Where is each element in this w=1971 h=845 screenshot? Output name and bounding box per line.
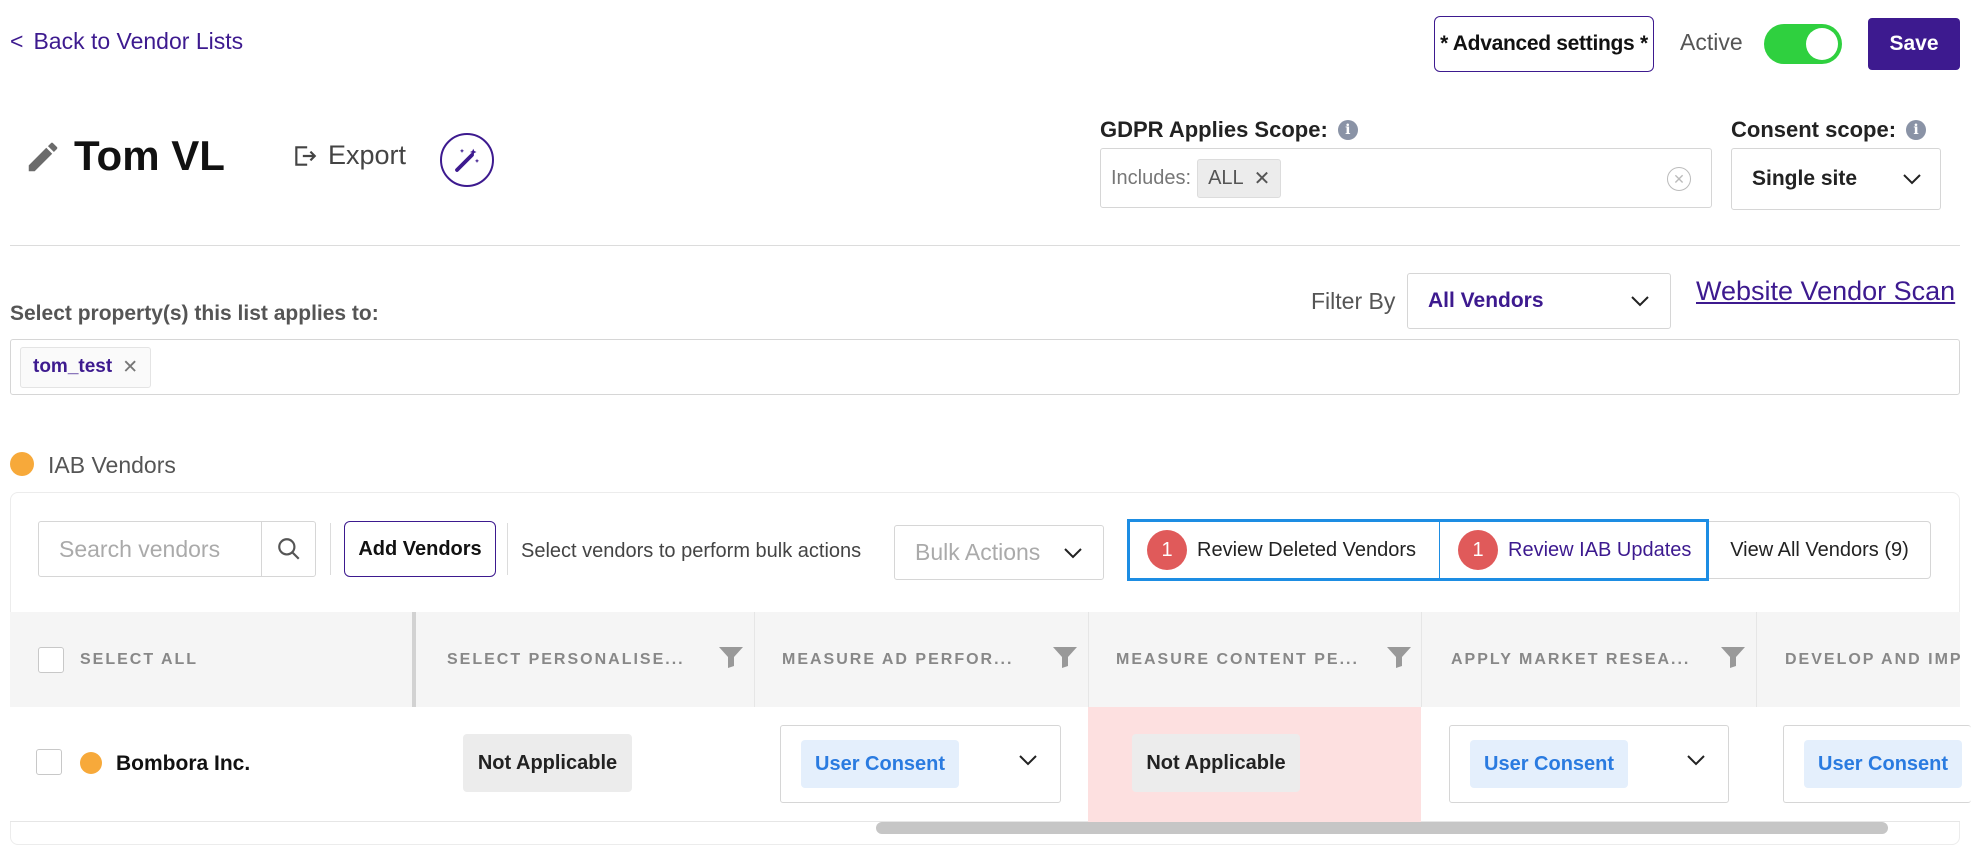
back-link-label: Back to Vendor Lists bbox=[33, 28, 244, 54]
not-applicable-pill: Not Applicable bbox=[1132, 734, 1300, 792]
info-icon[interactable]: i bbox=[1337, 120, 1358, 140]
back-to-vendor-lists-link[interactable]: < Back to Vendor Lists bbox=[10, 28, 243, 55]
active-label: Active bbox=[1680, 29, 1743, 55]
filter-funnel-icon[interactable] bbox=[718, 645, 744, 669]
not-applicable-pill: Not Applicable bbox=[463, 734, 632, 792]
section-divider bbox=[10, 245, 1960, 246]
filter-funnel-icon[interactable] bbox=[1386, 645, 1412, 669]
consent-type-select[interactable]: User Consent bbox=[1449, 725, 1729, 803]
scope-chip: ALL ✕ bbox=[1197, 158, 1282, 198]
close-icon[interactable]: ✕ bbox=[1254, 166, 1271, 191]
filter-value: All Vendors bbox=[1428, 289, 1544, 312]
review-buttons-group: 1 Review Deleted Vendors 1 Review IAB Up… bbox=[1127, 519, 1709, 581]
filter-funnel-icon[interactable] bbox=[1052, 645, 1078, 669]
consent-type-select[interactable]: User Consent bbox=[1783, 725, 1971, 803]
column-header: MEASURE CONTENT PE... bbox=[1116, 650, 1359, 668]
count-badge: 1 bbox=[1147, 530, 1187, 570]
chevron-down-icon bbox=[1903, 174, 1921, 185]
select-all-label: SELECT ALL bbox=[80, 650, 199, 668]
info-icon[interactable]: i bbox=[1906, 120, 1927, 140]
bulk-actions-placeholder: Bulk Actions bbox=[915, 539, 1041, 565]
add-vendors-button[interactable]: Add Vendors bbox=[344, 521, 496, 577]
toolbar-divider bbox=[507, 523, 508, 575]
consent-value: User Consent bbox=[1804, 740, 1963, 788]
active-toggle[interactable] bbox=[1764, 24, 1842, 64]
select-all-checkbox[interactable] bbox=[38, 646, 64, 673]
consent-value: User Consent bbox=[1470, 740, 1629, 788]
count-badge: 1 bbox=[1458, 530, 1498, 570]
consent-scope-label: Consent scope: i bbox=[1731, 117, 1927, 143]
export-label: Export bbox=[328, 140, 407, 170]
magic-wand-icon bbox=[455, 148, 480, 172]
website-vendor-scan-link[interactable]: Website Vendor Scan bbox=[1696, 276, 1955, 307]
review-divider bbox=[1439, 522, 1440, 578]
bulk-actions-select[interactable]: Bulk Actions bbox=[894, 525, 1104, 580]
horizontal-scrollbar[interactable] bbox=[876, 822, 1888, 834]
vendor-name[interactable]: Bombora Inc. bbox=[116, 752, 250, 776]
column-header: APPLY MARKET RESEA... bbox=[1451, 650, 1691, 668]
iab-vendors-heading: IAB Vendors bbox=[48, 452, 176, 478]
scope-chip-label: ALL bbox=[1208, 166, 1244, 189]
select-all-header: SELECT ALL bbox=[38, 612, 198, 707]
review-iab-updates-button[interactable]: 1 Review IAB Updates bbox=[1458, 522, 1691, 578]
consent-type-select[interactable]: User Consent bbox=[780, 725, 1061, 803]
filter-select[interactable]: All Vendors bbox=[1407, 273, 1671, 329]
column-header: DEVELOP AND IMP bbox=[1785, 650, 1963, 668]
includes-label: Includes: bbox=[1111, 166, 1192, 189]
consent-scope-select[interactable]: Single site bbox=[1731, 148, 1941, 210]
vendor-list-title: Tom VL bbox=[74, 132, 225, 179]
property-chip-label: tom_test bbox=[33, 356, 113, 377]
chevron-down-icon bbox=[1064, 547, 1082, 558]
chevron-left-icon: < bbox=[10, 28, 24, 54]
filter-funnel-icon[interactable] bbox=[1720, 645, 1746, 669]
chevron-down-icon bbox=[1019, 755, 1037, 766]
property-select[interactable]: tom_test ✕ bbox=[10, 339, 1960, 395]
toolbar-divider bbox=[330, 523, 331, 575]
property-chip: tom_test ✕ bbox=[20, 346, 152, 388]
review-iab-label: Review IAB Updates bbox=[1508, 538, 1692, 561]
gdpr-scope-label-text: GDPR Applies Scope: bbox=[1100, 117, 1328, 142]
column-header: SELECT PERSONALISE... bbox=[447, 650, 685, 668]
gdpr-scope-label: GDPR Applies Scope: i bbox=[1100, 117, 1358, 143]
bulk-actions-hint: Select vendors to perform bulk actions bbox=[521, 540, 862, 562]
magic-wand-button[interactable] bbox=[440, 133, 494, 187]
search-vendors-box bbox=[38, 521, 316, 577]
filter-label: Filter By bbox=[1311, 288, 1396, 314]
consent-scope-value: Single site bbox=[1752, 167, 1858, 190]
save-button[interactable]: Save bbox=[1868, 18, 1960, 70]
search-button[interactable] bbox=[261, 522, 315, 576]
chevron-down-icon bbox=[1687, 755, 1705, 766]
column-header: MEASURE AD PERFOR... bbox=[782, 650, 1014, 668]
row-checkbox[interactable] bbox=[36, 749, 62, 775]
clear-circle-icon[interactable]: ✕ bbox=[1667, 167, 1691, 191]
iab-status-dot bbox=[10, 452, 34, 476]
property-label: Select property(s) this list applies to: bbox=[10, 302, 379, 325]
chevron-down-icon bbox=[1631, 296, 1649, 307]
pencil-icon[interactable] bbox=[24, 138, 62, 176]
search-icon bbox=[277, 538, 300, 560]
gdpr-scope-select[interactable]: Includes: ALL ✕ ✕ bbox=[1100, 148, 1712, 208]
review-deleted-label: Review Deleted Vendors bbox=[1197, 538, 1417, 561]
export-button[interactable]: Export bbox=[292, 140, 406, 171]
close-icon[interactable]: ✕ bbox=[122, 356, 138, 379]
export-icon bbox=[295, 145, 317, 166]
search-input[interactable] bbox=[39, 522, 261, 576]
consent-scope-label-text: Consent scope: bbox=[1731, 117, 1897, 142]
vendor-status-dot bbox=[80, 752, 102, 774]
consent-value: User Consent bbox=[801, 740, 960, 788]
advanced-settings-button[interactable]: * Advanced settings * bbox=[1434, 16, 1654, 72]
view-all-vendors-button[interactable]: View All Vendors (9) bbox=[1709, 521, 1931, 579]
review-deleted-vendors-button[interactable]: 1 Review Deleted Vendors bbox=[1147, 522, 1416, 578]
